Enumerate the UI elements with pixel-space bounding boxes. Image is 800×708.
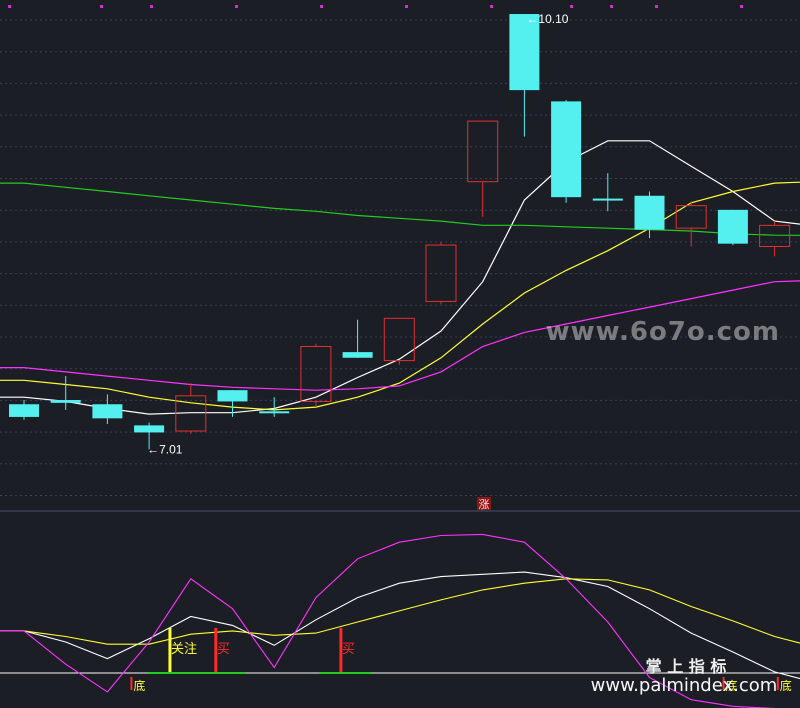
candle-body (551, 101, 582, 198)
signal-label: 关注 (171, 642, 197, 657)
tick-marker (490, 5, 493, 8)
tick-marker (740, 5, 743, 8)
top-tick-markers (8, 5, 743, 8)
moving-average-lines (0, 140, 800, 415)
bottom-marker-label: 底 (780, 678, 792, 693)
low-price-label: ←7.01 (147, 442, 183, 456)
tick-marker (570, 5, 573, 8)
candle-body (592, 198, 623, 201)
watermarks: www.6o7o.com 掌 上 指 标 www.palmindex.com (546, 317, 780, 696)
candle-body (467, 120, 499, 183)
candle-body (50, 400, 81, 403)
tick-marker (610, 5, 613, 8)
candle-body (342, 352, 373, 358)
candle-body (9, 404, 39, 417)
bottom-marker-label: 底 (133, 678, 145, 693)
indicator-line (0, 578, 800, 645)
candlestick-chart: ←10.10 ←7.01 涨 关注买买底底底底 www.6o7o.com 掌 上… (0, 5, 800, 708)
high-price-label: ←10.10 (526, 12, 568, 26)
candle-body (717, 209, 748, 244)
watermark-cn: 掌 上 指 标 (646, 657, 727, 676)
candle-body (634, 195, 665, 230)
tick-marker (655, 5, 658, 8)
candle-body (300, 345, 332, 402)
tick-marker (235, 5, 238, 8)
price-annotations: ←10.10 ←7.01 (147, 12, 569, 456)
rise-marker-text: 涨 (479, 498, 490, 511)
signal-label: 买 (217, 642, 230, 657)
candle-body (759, 224, 791, 247)
tick-marker (405, 5, 408, 8)
candle-body (259, 411, 290, 414)
candle-body (383, 317, 415, 362)
grid-lines (0, 19, 800, 496)
signal-label: 买 (342, 642, 355, 657)
moving-average-line (0, 181, 800, 411)
candle-body (134, 425, 165, 433)
candles (9, 14, 791, 450)
tick-marker (100, 5, 103, 8)
tick-marker (150, 5, 153, 8)
tick-marker (320, 5, 323, 8)
rise-marker: 涨 (477, 497, 491, 511)
candle-body (92, 404, 123, 419)
watermark-top: www.6o7o.com (546, 317, 780, 347)
tick-marker (8, 5, 11, 8)
candle-body (217, 390, 248, 402)
moving-average-line (0, 140, 800, 415)
watermark-url: www.palmindex.com (591, 675, 778, 696)
